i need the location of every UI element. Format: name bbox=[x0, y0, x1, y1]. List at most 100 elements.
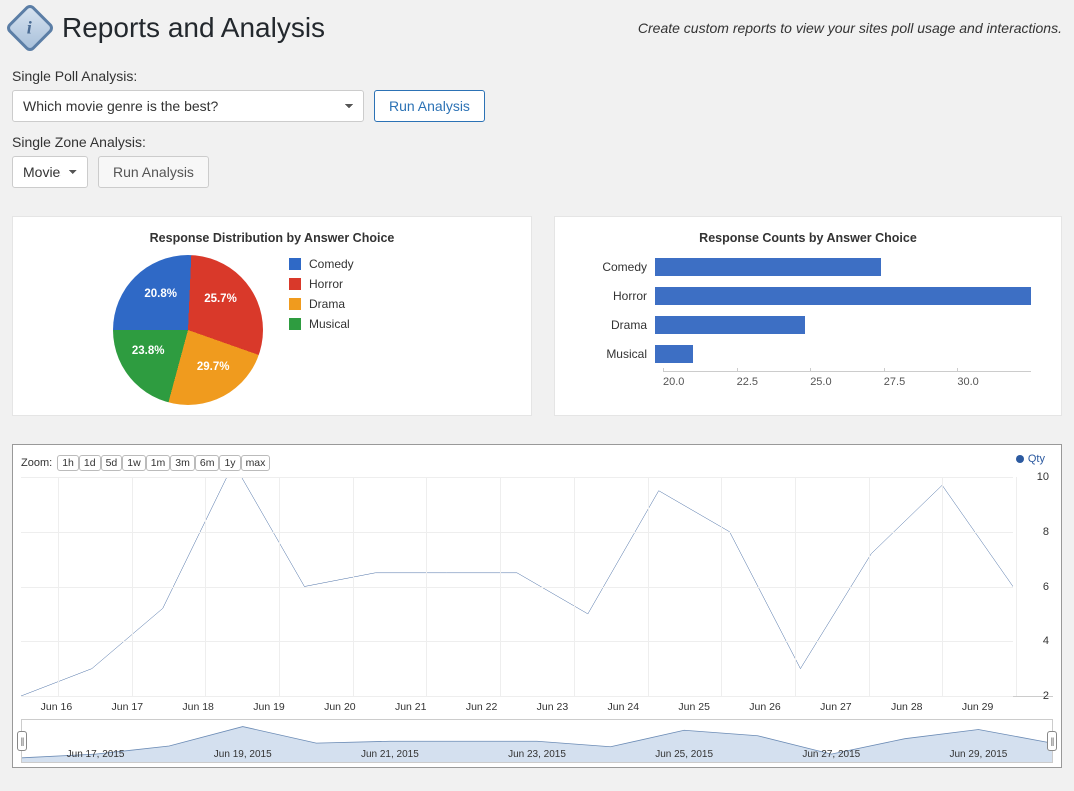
grid-line bbox=[21, 477, 1013, 478]
x-tick: Jun 20 bbox=[304, 697, 375, 713]
legend-swatch bbox=[289, 278, 301, 290]
x-tick: Jun 23 bbox=[517, 697, 588, 713]
y-tick: 6 bbox=[1043, 581, 1049, 593]
zoom-1y-button[interactable]: 1y bbox=[219, 455, 240, 471]
info-icon: i bbox=[5, 3, 56, 54]
grid-line bbox=[869, 477, 870, 696]
single-poll-filter: Single Poll Analysis: Which movie genre … bbox=[12, 68, 1062, 122]
x-tick: Jun 25 bbox=[659, 697, 730, 713]
zoom-1d-button[interactable]: 1d bbox=[79, 455, 101, 471]
legend-swatch bbox=[289, 318, 301, 330]
qty-dot-icon bbox=[1016, 455, 1024, 463]
line-chart[interactable]: 246810 bbox=[21, 477, 1053, 697]
pie-slice-label: 23.8% bbox=[132, 345, 165, 357]
grid-line bbox=[205, 477, 206, 696]
x-tick: Jun 18 bbox=[163, 697, 234, 713]
bar-chart-card: Response Counts by Answer Choice Comedy … bbox=[554, 216, 1062, 416]
grid-line bbox=[58, 477, 59, 696]
grid-line bbox=[500, 477, 501, 696]
bar-category: Drama bbox=[585, 318, 655, 332]
bar-fill bbox=[655, 258, 881, 276]
page-header: i Reports and Analysis Create custom rep… bbox=[12, 10, 1062, 46]
grid-line bbox=[21, 641, 1013, 642]
pie-legend: Comedy Horror Drama Musical bbox=[289, 257, 354, 331]
zoom-3m-button[interactable]: 3m bbox=[170, 455, 195, 471]
bar-x-tick: 30.0 bbox=[957, 372, 1031, 388]
bar-x-tick: 25.0 bbox=[810, 372, 884, 388]
grid-line bbox=[21, 532, 1013, 533]
page-subtitle: Create custom reports to view your sites… bbox=[638, 20, 1062, 36]
zoom-1w-button[interactable]: 1w bbox=[122, 455, 145, 471]
legend-swatch bbox=[289, 298, 301, 310]
bar-fill bbox=[655, 345, 693, 363]
qty-legend-label: Qty bbox=[1028, 453, 1045, 465]
single-zone-label: Single Zone Analysis: bbox=[12, 134, 1062, 150]
bar-x-tick: 22.5 bbox=[737, 372, 811, 388]
x-tick: Jun 21 bbox=[375, 697, 446, 713]
legend-label: Drama bbox=[309, 297, 345, 311]
grid-line bbox=[942, 477, 943, 696]
bar-x-tick: 27.5 bbox=[884, 372, 958, 388]
zoom-5d-button[interactable]: 5d bbox=[101, 455, 123, 471]
grid-line bbox=[721, 477, 722, 696]
poll-select[interactable]: Which movie genre is the best? bbox=[12, 90, 364, 122]
pie-chart-card: Response Distribution by Answer Choice 2… bbox=[12, 216, 532, 416]
legend-item: Drama bbox=[289, 297, 354, 311]
overview-x-tick: Jun 17, 2015 bbox=[22, 749, 169, 760]
overview-x-tick: Jun 21, 2015 bbox=[316, 749, 463, 760]
zoom-1h-button[interactable]: 1h bbox=[57, 455, 79, 471]
grid-line bbox=[279, 477, 280, 696]
bar-category: Musical bbox=[585, 347, 655, 361]
line-chart-card: Zoom: 1h1d5d1w1m3m6m1ymax Qty 2 4 6 8 10 Jun… bbox=[12, 444, 1062, 768]
x-tick: Jun 22 bbox=[446, 697, 517, 713]
grid-line bbox=[353, 477, 354, 696]
x-tick: Jun 29 bbox=[942, 697, 1013, 713]
grid-line bbox=[132, 477, 133, 696]
legend-item: Comedy bbox=[289, 257, 354, 271]
pie-slice-label: 29.7% bbox=[197, 361, 230, 373]
grid-line bbox=[426, 477, 427, 696]
x-tick: Jun 17 bbox=[92, 697, 163, 713]
y-tick: 10 bbox=[1037, 471, 1049, 483]
bar-chart-title: Response Counts by Answer Choice bbox=[565, 231, 1051, 245]
overview-x-tick: Jun 23, 2015 bbox=[463, 749, 610, 760]
x-tick: Jun 16 bbox=[21, 697, 92, 713]
zoom-6m-button[interactable]: 6m bbox=[195, 455, 220, 471]
run-poll-analysis-button[interactable]: Run Analysis bbox=[374, 90, 485, 122]
zoom-max-button[interactable]: max bbox=[241, 455, 271, 471]
zoom-1m-button[interactable]: 1m bbox=[146, 455, 171, 471]
run-zone-analysis-button[interactable]: Run Analysis bbox=[98, 156, 209, 188]
y-tick: 8 bbox=[1043, 526, 1049, 538]
grid-line bbox=[648, 477, 649, 696]
zoom-controls: Zoom: 1h1d5d1w1m3m6m1ymax bbox=[21, 455, 1053, 471]
legend-item: Musical bbox=[289, 317, 354, 331]
zone-select[interactable]: Movies bbox=[12, 156, 88, 188]
overview-x-axis: Jun 17, 2015Jun 19, 2015Jun 21, 2015Jun … bbox=[22, 749, 1052, 760]
overview-x-tick: Jun 19, 2015 bbox=[169, 749, 316, 760]
overview-plot[interactable]: || || Jun 17, 2015Jun 19, 2015Jun 21, 20… bbox=[21, 719, 1053, 763]
bar-category: Horror bbox=[585, 289, 655, 303]
bar-row: Comedy bbox=[585, 255, 1031, 279]
bar-fill bbox=[655, 287, 1031, 305]
legend-label: Horror bbox=[309, 277, 343, 291]
grid-line bbox=[21, 587, 1013, 588]
overview-x-tick: Jun 27, 2015 bbox=[758, 749, 905, 760]
grid-line bbox=[795, 477, 796, 696]
overview-x-tick: Jun 29, 2015 bbox=[905, 749, 1052, 760]
y-tick: 4 bbox=[1043, 635, 1049, 647]
x-tick: Jun 24 bbox=[588, 697, 659, 713]
qty-legend: Qty bbox=[1016, 453, 1045, 465]
x-tick: Jun 19 bbox=[234, 697, 305, 713]
bar-fill bbox=[655, 316, 805, 334]
zoom-label: Zoom: bbox=[21, 457, 52, 469]
legend-label: Comedy bbox=[309, 257, 354, 271]
y-tick: 2 bbox=[1043, 690, 1049, 702]
bar-category: Comedy bbox=[585, 260, 655, 274]
overview-handle-left[interactable]: || bbox=[17, 731, 27, 751]
pie-slice-label: 25.7% bbox=[204, 293, 237, 305]
bar-chart: Comedy Horror Drama Musical 20.022.525.0… bbox=[585, 255, 1031, 395]
page-title: Reports and Analysis bbox=[62, 12, 325, 44]
overview-handle-right[interactable]: || bbox=[1047, 731, 1057, 751]
pie-chart-title: Response Distribution by Answer Choice bbox=[23, 231, 521, 245]
x-tick: Jun 28 bbox=[871, 697, 942, 713]
